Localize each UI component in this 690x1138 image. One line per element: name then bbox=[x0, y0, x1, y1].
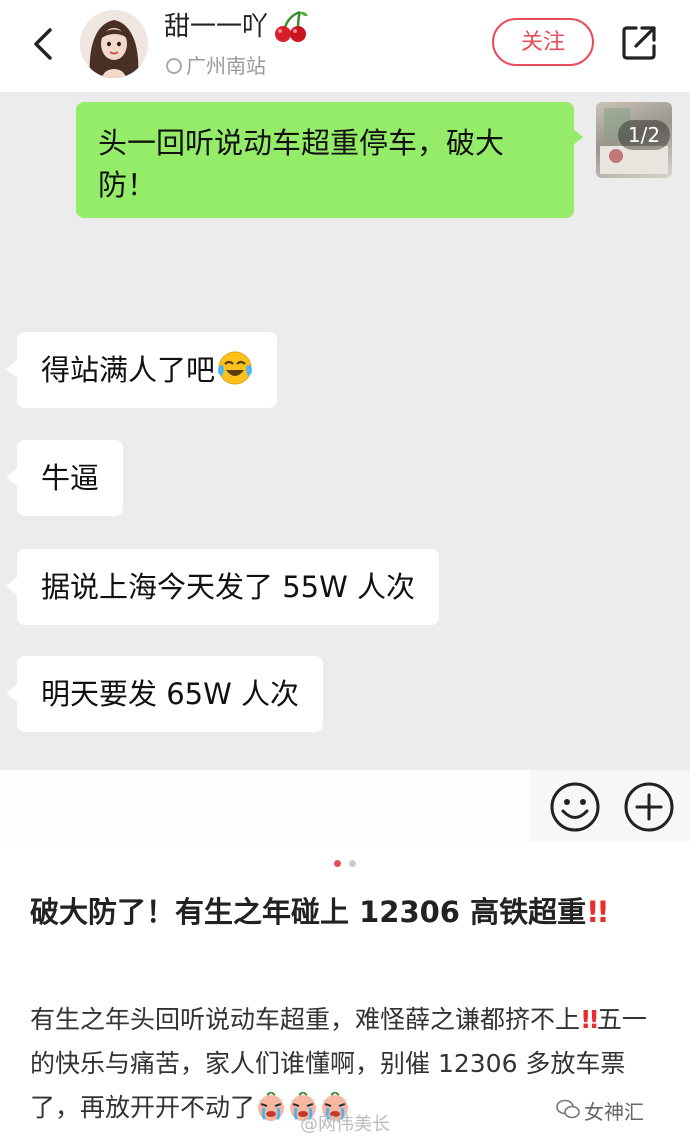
double-exclamation-icon: !! bbox=[580, 1005, 600, 1034]
message-text: 得站满人了吧 bbox=[41, 353, 216, 387]
image-pager[interactable] bbox=[0, 852, 690, 872]
plus-icon bbox=[624, 782, 674, 832]
crying-face-emoji bbox=[258, 1092, 285, 1121]
location-tag[interactable]: 广州南站 bbox=[166, 50, 266, 79]
tears-of-joy-emoji bbox=[218, 351, 253, 385]
chat-input-field bbox=[0, 770, 530, 842]
post-title: 破大防了！有生之年碰上 12306 高铁超重!! bbox=[30, 886, 660, 938]
received-message: 据说上海今天发了 55W 人次 bbox=[5, 549, 440, 625]
share-icon[interactable] bbox=[620, 24, 658, 62]
image-counter: 1/2 bbox=[618, 120, 670, 150]
pager-dot-active[interactable] bbox=[334, 860, 341, 867]
sent-bubble-tail bbox=[572, 128, 583, 146]
location-label: 广州南站 bbox=[186, 54, 266, 78]
avatar[interactable] bbox=[80, 10, 148, 78]
received-message: 得站满人了吧 bbox=[5, 332, 278, 408]
message-text: 明天要发 65W 人次 bbox=[41, 677, 300, 711]
post-body-part1: 有生之年头回听说动车超重，难怪薛之谦都挤不上 bbox=[30, 1005, 581, 1034]
double-exclamation-icon: !! bbox=[586, 895, 610, 929]
sent-message-bubble: 头一回听说动车超重停车，破大防！ bbox=[76, 102, 574, 218]
location-icon bbox=[166, 58, 182, 74]
received-message: 牛逼 bbox=[5, 440, 124, 516]
post-title-text: 破大防了！有生之年碰上 12306 高铁超重 bbox=[30, 895, 587, 929]
message-text: 牛逼 bbox=[41, 461, 100, 495]
received-message: 明天要发 65W 人次 bbox=[5, 656, 324, 732]
message-text: 据说上海今天发了 55W 人次 bbox=[41, 570, 416, 604]
chat-screenshot[interactable]: 头一回听说动车超重停车，破大防！ 1/2 得站满人了吧 牛逼 据说上海今天发了 … bbox=[0, 92, 690, 770]
weibo-watermark: @网伟美长 bbox=[300, 1114, 390, 1135]
chat-input-bar bbox=[0, 770, 690, 842]
smile-icon bbox=[550, 782, 600, 832]
wechat-logo-icon bbox=[556, 1099, 580, 1119]
post-header: 甜一一吖 广州南站 关注 bbox=[0, 0, 690, 92]
pager-dot[interactable] bbox=[349, 860, 356, 867]
author-name[interactable]: 甜一一吖 bbox=[164, 6, 268, 43]
cherry-icon bbox=[275, 10, 308, 42]
account-watermark: 女神汇 bbox=[584, 1100, 644, 1124]
follow-button[interactable]: 关注 bbox=[492, 18, 594, 66]
back-icon[interactable] bbox=[28, 26, 58, 62]
